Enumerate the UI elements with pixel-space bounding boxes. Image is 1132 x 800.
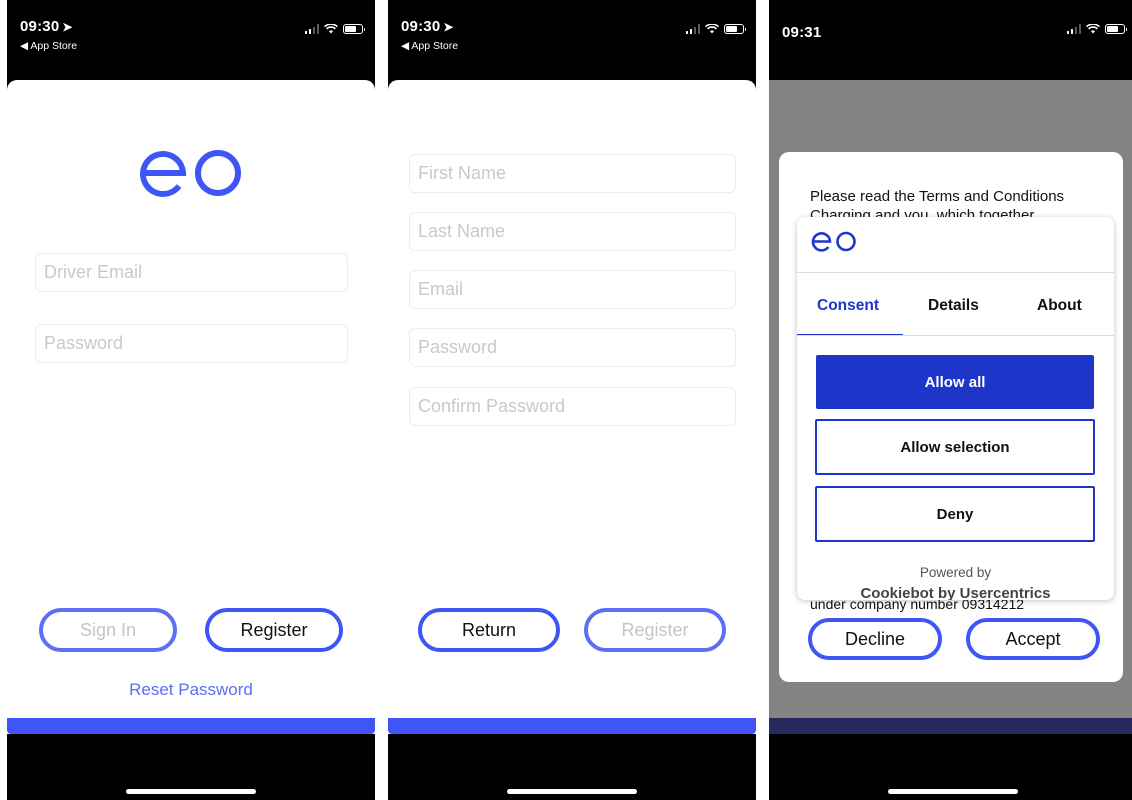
status-time: 09:30 ➤ [20,18,73,35]
divider [797,335,1114,336]
wifi-icon [705,24,719,34]
wifi-icon [1086,24,1100,34]
home-indicator[interactable] [888,789,1018,794]
status-bar: 09:30 ➤ ◀ App Store [388,0,756,80]
home-indicator[interactable] [507,789,637,794]
first-name-field[interactable]: First Name [409,154,736,193]
brand-bottom-bar-dimmed [769,718,1132,734]
home-indicator[interactable] [126,789,256,794]
status-time: 09:31 [782,24,822,41]
tab-details[interactable]: Details [928,297,979,315]
email-field[interactable]: Email [409,270,736,309]
confirm-password-field[interactable]: Confirm Password [409,387,736,426]
register-screen: First Name Last Name Email Password Conf… [388,80,756,734]
allow-selection-button[interactable]: Allow selection [815,419,1095,475]
location-arrow-icon: ➤ [62,20,73,34]
eo-logo [811,231,856,252]
allow-all-button[interactable]: Allow all [816,355,1094,409]
return-button[interactable]: Return [418,608,560,652]
status-time: 09:30 ➤ [401,18,454,35]
phone-terms: 09:31 Please read the Terms and Conditio… [769,0,1132,800]
sign-in-button[interactable]: Sign In [39,608,177,652]
decline-button[interactable]: Decline [808,618,942,660]
cookiebot-brand[interactable]: Cookiebot by Usercentrics [797,585,1114,600]
register-button[interactable]: Register [205,608,343,652]
battery-icon [343,24,365,34]
phone-register: 09:30 ➤ ◀ App Store First Name Last Name … [388,0,756,800]
brand-bottom-bar [388,718,756,734]
terms-modal: Please read the Terms and Conditions Cha… [779,152,1123,682]
last-name-field[interactable]: Last Name [409,212,736,251]
dim-overlay: Please read the Terms and Conditions Cha… [769,80,1132,734]
cookie-consent-dialog: Consent Details About Allow all Allow se… [797,217,1114,600]
tab-about[interactable]: About [1037,297,1082,315]
signal-icon [1066,24,1081,34]
deny-button[interactable]: Deny [815,486,1095,542]
battery-icon [1105,24,1127,34]
location-arrow-icon: ➤ [443,20,454,34]
status-bar: 09:31 [769,0,1132,80]
signal-icon [304,24,319,34]
divider [797,272,1114,273]
back-to-app-store[interactable]: ◀ App Store [20,40,77,52]
reset-password-link[interactable]: Reset Password [7,680,375,700]
back-to-app-store[interactable]: ◀ App Store [401,40,458,52]
phone-signin: 09:30 ➤ ◀ App Store Driver Email Password… [7,0,375,800]
password-field[interactable]: Password [409,328,736,367]
register-button[interactable]: Register [584,608,726,652]
status-bar: 09:30 ➤ ◀ App Store [7,0,375,80]
battery-icon [724,24,746,34]
eo-logo [140,150,241,197]
signal-icon [685,24,700,34]
powered-by-label: Powered by [919,565,992,580]
signin-screen: Driver Email Password Sign In Register R… [7,80,375,734]
brand-bottom-bar [7,718,375,734]
wifi-icon [324,24,338,34]
password-field[interactable]: Password [35,324,348,363]
driver-email-field[interactable]: Driver Email [35,253,348,292]
accept-button[interactable]: Accept [966,618,1100,660]
tab-consent[interactable]: Consent [817,297,879,315]
